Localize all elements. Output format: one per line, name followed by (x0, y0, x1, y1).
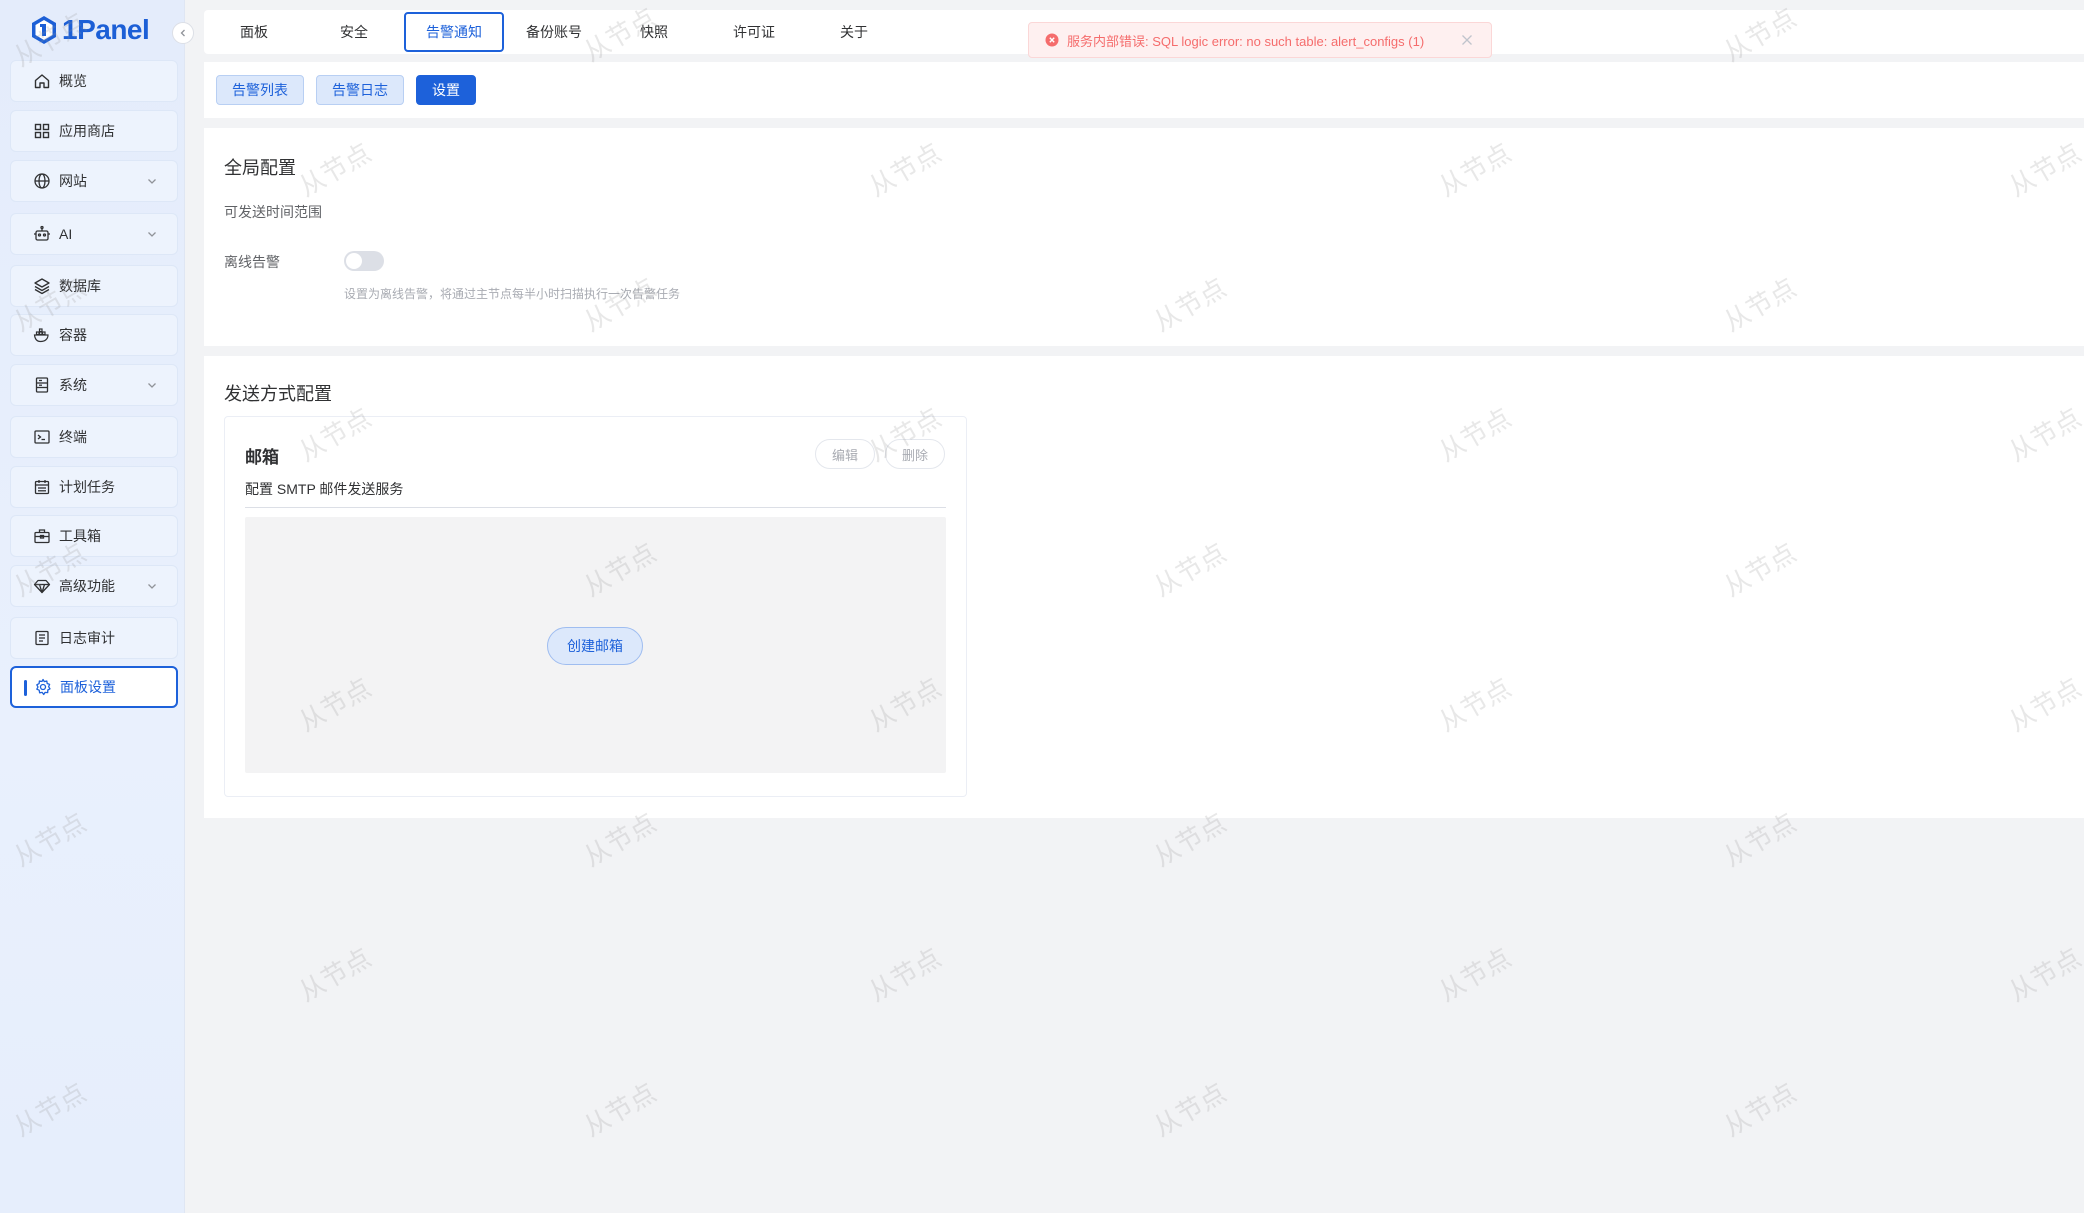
watermark: 从节点 (2003, 942, 2084, 1008)
sidebar-item-label: 数据库 (59, 278, 101, 294)
sidebar-item-label: 概览 (59, 73, 87, 89)
grid-icon (34, 123, 50, 139)
sidebar-item-label: 系统 (59, 377, 87, 393)
sidebar-item-label: 面板设置 (60, 679, 116, 695)
active-indicator (24, 680, 27, 696)
sidebar-item-database[interactable]: 数据库 (10, 265, 178, 307)
sidebar-item-panel-settings[interactable]: 面板设置 (10, 666, 178, 708)
sidebar-item-label: 日志审计 (59, 630, 115, 646)
alert-subtab-bar: 告警列表 告警日志 设置 (204, 62, 2084, 118)
chevron-down-icon (148, 383, 156, 388)
robot-icon (34, 225, 50, 241)
chevron-down-icon (148, 584, 156, 589)
tab-panel[interactable]: 面板 (204, 12, 304, 52)
tab-snapshot[interactable]: 快照 (604, 12, 704, 52)
tab-alert-notification[interactable]: 告警通知 (404, 12, 504, 52)
sidebar-item-label: 网站 (59, 173, 87, 189)
sidebar-item-label: AI (59, 226, 73, 242)
calendar-icon (34, 480, 50, 495)
sidebar-item-container[interactable]: 容器 (10, 314, 178, 356)
sidebar-item-advanced[interactable]: 高级功能 (10, 565, 178, 607)
toolbox-icon (34, 529, 50, 544)
global-config-card: 全局配置 可发送时间范围 离线告警 设置为离线告警，将通过主节点每半小时扫描执行… (204, 128, 2084, 346)
chevron-down-icon (148, 179, 156, 184)
server-icon (35, 377, 49, 393)
tab-about[interactable]: 关于 (804, 12, 904, 52)
chevron-down-icon (148, 232, 156, 237)
app-logo[interactable]: 1Panel (30, 12, 150, 48)
email-delete-button[interactable]: 删除 (885, 439, 945, 469)
gear-icon (36, 678, 51, 696)
tab-license[interactable]: 许可证 (704, 12, 804, 52)
email-card-title: 邮箱 (245, 448, 279, 467)
switch-knob (346, 253, 362, 269)
error-toast: 服务内部错误: SQL logic error: no such table: … (1028, 22, 1492, 58)
logo-icon (32, 16, 56, 44)
home-icon (34, 74, 50, 89)
offline-alert-label: 离线告警 (224, 254, 280, 270)
offline-alert-hint: 设置为离线告警，将通过主节点每半小时扫描执行一次告警任务 (344, 287, 681, 301)
diamond-icon (33, 579, 51, 594)
toast-message: 服务内部错误: SQL logic error: no such table: … (1067, 33, 1425, 49)
sidebar-item-cron[interactable]: 计划任务 (10, 466, 178, 508)
logo-text: 1Panel (62, 14, 150, 45)
alert-settings-button[interactable]: 设置 (416, 75, 476, 105)
create-email-button[interactable]: 创建邮箱 (547, 627, 643, 665)
error-circle-icon (1045, 33, 1059, 47)
sidebar-item-audit-log[interactable]: 日志审计 (10, 617, 178, 659)
email-edit-button[interactable]: 编辑 (815, 439, 875, 469)
tab-backup-account[interactable]: 备份账号 (504, 12, 604, 52)
sidebar-item-label: 高级功能 (59, 578, 115, 594)
watermark: 从节点 (863, 942, 947, 1008)
sidebar-item-ai[interactable]: AI (10, 213, 178, 255)
sidebar-item-label: 应用商店 (59, 123, 115, 139)
email-config-card: 邮箱 编辑 删除 配置 SMTP 邮件发送服务 创建邮箱 (224, 416, 967, 797)
watermark: 从节点 (1148, 1077, 1232, 1143)
watermark: 从节点 (578, 1077, 662, 1143)
divider (245, 507, 946, 508)
alert-list-button[interactable]: 告警列表 (216, 75, 304, 105)
global-config-title: 全局配置 (224, 158, 296, 178)
log-icon (35, 630, 49, 646)
sidebar-item-label: 终端 (59, 429, 87, 445)
sidebar-item-label: 计划任务 (59, 479, 115, 495)
sidebar-item-overview[interactable]: 概览 (10, 60, 178, 102)
globe-icon (34, 173, 50, 189)
send-method-config-card: 发送方式配置 邮箱 编辑 删除 配置 SMTP 邮件发送服务 创建邮箱 (204, 356, 2084, 818)
alert-log-button[interactable]: 告警日志 (316, 75, 404, 105)
tab-security[interactable]: 安全 (304, 12, 404, 52)
sidebar-item-terminal[interactable]: 终端 (10, 416, 178, 458)
sidebar-item-toolbox[interactable]: 工具箱 (10, 515, 178, 557)
sidebar-item-label: 工具箱 (59, 528, 101, 544)
watermark: 从节点 (293, 942, 377, 1008)
sidebar-item-label: 容器 (59, 327, 87, 343)
send-time-range-label: 可发送时间范围 (224, 204, 322, 220)
watermark: 从节点 (1433, 942, 1517, 1008)
sidebar-item-system[interactable]: 系统 (10, 364, 178, 406)
collapse-sidebar-button[interactable] (172, 22, 194, 44)
sidebar-item-app-store[interactable]: 应用商店 (10, 110, 178, 152)
chevron-left-icon (180, 29, 185, 37)
docker-icon (33, 328, 49, 343)
terminal-icon (34, 430, 50, 444)
sidebar-item-website[interactable]: 网站 (10, 160, 178, 202)
watermark: 从节点 (1718, 1077, 1802, 1143)
send-method-title: 发送方式配置 (224, 384, 332, 404)
layers-icon (34, 278, 50, 295)
email-empty-area: 创建邮箱 (245, 517, 946, 773)
sidebar: 1Panel 概览 应用商店 网站 AI 数据库 容器 系统 终端 计划任务 工… (0, 0, 194, 1213)
email-card-description: 配置 SMTP 邮件发送服务 (245, 481, 404, 497)
close-icon[interactable] (1461, 34, 1473, 46)
offline-alert-switch[interactable] (344, 251, 384, 271)
